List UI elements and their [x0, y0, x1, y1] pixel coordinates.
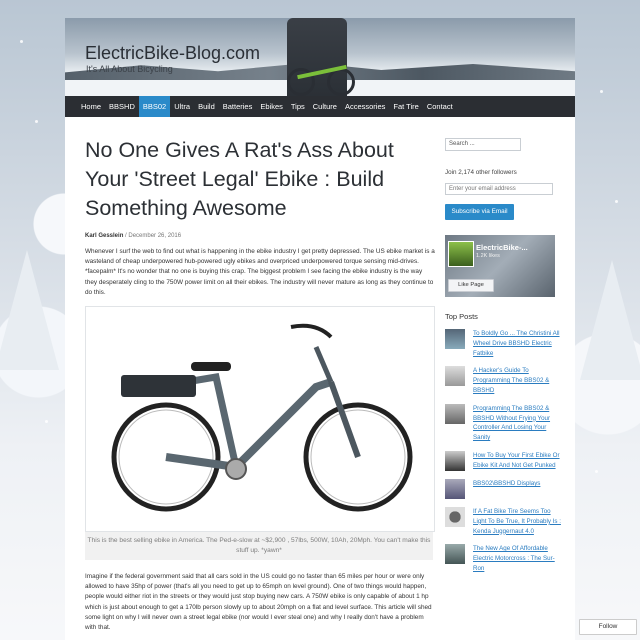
snowflake	[45, 420, 48, 423]
site-title[interactable]: ElectricBike-Blog.com	[85, 43, 260, 64]
bike-saddle	[191, 362, 231, 372]
bike-fork	[328, 380, 361, 459]
nav-item-ebikes[interactable]: Ebikes	[256, 96, 287, 117]
post-paragraph-1: Whenever I surf the web to find out what…	[85, 248, 435, 296]
snowflake	[20, 40, 23, 43]
post-paragraph-2: Imagine if the federal government said t…	[85, 573, 432, 632]
top-post-link[interactable]: If A Fat Bike Tire Seems Too Light To Be…	[473, 507, 565, 536]
nav-item-contact[interactable]: Contact	[423, 96, 457, 117]
top-post-item[interactable]: Programming The BBS02 & BBSHD Without Fr…	[445, 403, 565, 443]
nav-item-home[interactable]: Home	[77, 96, 105, 117]
top-post-thumbnail	[445, 544, 465, 565]
nav-item-ultra[interactable]: Ultra	[170, 96, 194, 117]
post-date[interactable]: December 26, 2016	[128, 233, 181, 239]
byline-separator: /	[125, 233, 127, 239]
facebook-like-button[interactable]: Like Page	[448, 279, 494, 292]
post-content: No One Gives A Rat's Ass About Your 'Str…	[85, 136, 435, 633]
followers-count: Join 2,174 other followers	[445, 169, 517, 176]
nav-item-accessories[interactable]: Accessories	[341, 96, 389, 117]
post-author[interactable]: Karl Gesslein	[85, 233, 123, 239]
snowflake	[595, 470, 598, 473]
post-ebike-image	[85, 306, 435, 533]
top-post-thumbnail	[445, 450, 465, 471]
bike-handlebar	[290, 323, 333, 339]
nav-item-build[interactable]: Build	[194, 96, 219, 117]
snowflake	[600, 90, 603, 93]
top-post-link[interactable]: The New Age Of Affordable Electric Motor…	[473, 544, 565, 573]
bike-stem	[313, 346, 334, 384]
top-post-link[interactable]: How To Buy Your First Ebike Or Ebike Kit…	[473, 451, 565, 471]
follow-label: Follow	[598, 623, 618, 630]
snow-tree-decoration	[0, 250, 59, 370]
site-tagline: It's All About Bicycling	[86, 64, 173, 74]
bike-battery-rack	[121, 375, 196, 398]
top-post-item[interactable]: A Hacker's Guide To Programming The BBS0…	[445, 366, 565, 395]
email-field[interactable]: Enter your email address	[445, 183, 553, 195]
facebook-likes-count: 1.2K likes	[476, 253, 500, 259]
top-post-thumbnail	[445, 329, 465, 349]
page-container: ElectricBike-Blog.com It's All About Bic…	[65, 18, 575, 640]
top-post-item[interactable]: How To Buy Your First Ebike Or Ebike Kit…	[445, 450, 565, 471]
top-post-thumbnail	[445, 366, 465, 387]
header-bike-wheel	[327, 68, 355, 96]
nav-item-batteries[interactable]: Batteries	[219, 96, 257, 117]
top-post-link[interactable]: A Hacker's Guide To Programming The BBS0…	[473, 366, 565, 395]
search-input[interactable]: Search ...	[445, 138, 521, 151]
top-post-thumbnail	[445, 403, 465, 424]
site-header: ElectricBike-Blog.com It's All About Bic…	[65, 18, 575, 96]
ebike-illustration	[111, 323, 413, 512]
post-title[interactable]: No One Gives A Rat's Ass About Your 'Str…	[85, 136, 435, 223]
top-post-thumbnail	[445, 506, 465, 527]
image-caption: This is the best selling ebike in Americ…	[85, 532, 433, 561]
top-post-link[interactable]: Programming The BBS02 & BBSHD Without Fr…	[473, 404, 565, 443]
top-post-item[interactable]: BBS02\BBSHD Displays	[445, 478, 565, 499]
snowflake	[35, 120, 38, 123]
top-posts-heading: Top Posts	[445, 312, 478, 321]
snow-tree-decoration	[580, 260, 640, 380]
nav-item-tips[interactable]: Tips	[287, 96, 309, 117]
follow-button[interactable]: Follow	[579, 619, 637, 635]
facebook-page-thumbnail	[448, 241, 474, 267]
nav-item-bbs02[interactable]: BBS02	[138, 96, 171, 117]
top-post-item[interactable]: The New Age Of Affordable Electric Motor…	[445, 544, 565, 573]
post-byline: Karl Gesslein / December 26, 2016	[85, 233, 435, 239]
facebook-page-name[interactable]: ElectricBike-...	[476, 243, 528, 252]
sidebar: Search ... Join 2,174 other followers En…	[445, 138, 565, 574]
nav-item-fat-tire[interactable]: Fat Tire	[389, 96, 422, 117]
top-post-item[interactable]: If A Fat Bike Tire Seems Too Light To Be…	[445, 506, 565, 536]
main-nav: Home BBSHD BBS02 Ultra Build Batteries E…	[65, 96, 575, 117]
top-post-thumbnail	[445, 478, 465, 499]
facebook-like-label: Like Page	[458, 282, 484, 288]
nav-item-bbshd[interactable]: BBSHD	[105, 96, 139, 117]
snowflake	[615, 200, 618, 203]
nav-item-culture[interactable]: Culture	[309, 96, 341, 117]
top-post-link[interactable]: To Boldly Go ... The Christini All Wheel…	[473, 329, 565, 358]
subscribe-button[interactable]: Subscribe via Email	[445, 204, 514, 220]
top-post-link[interactable]: BBS02\BBSHD Displays	[473, 479, 540, 499]
bike-crank	[225, 458, 247, 481]
facebook-widget[interactable]: ElectricBike-... 1.2K likes Like Page	[445, 235, 555, 297]
top-post-item[interactable]: To Boldly Go ... The Christini All Wheel…	[445, 329, 565, 358]
